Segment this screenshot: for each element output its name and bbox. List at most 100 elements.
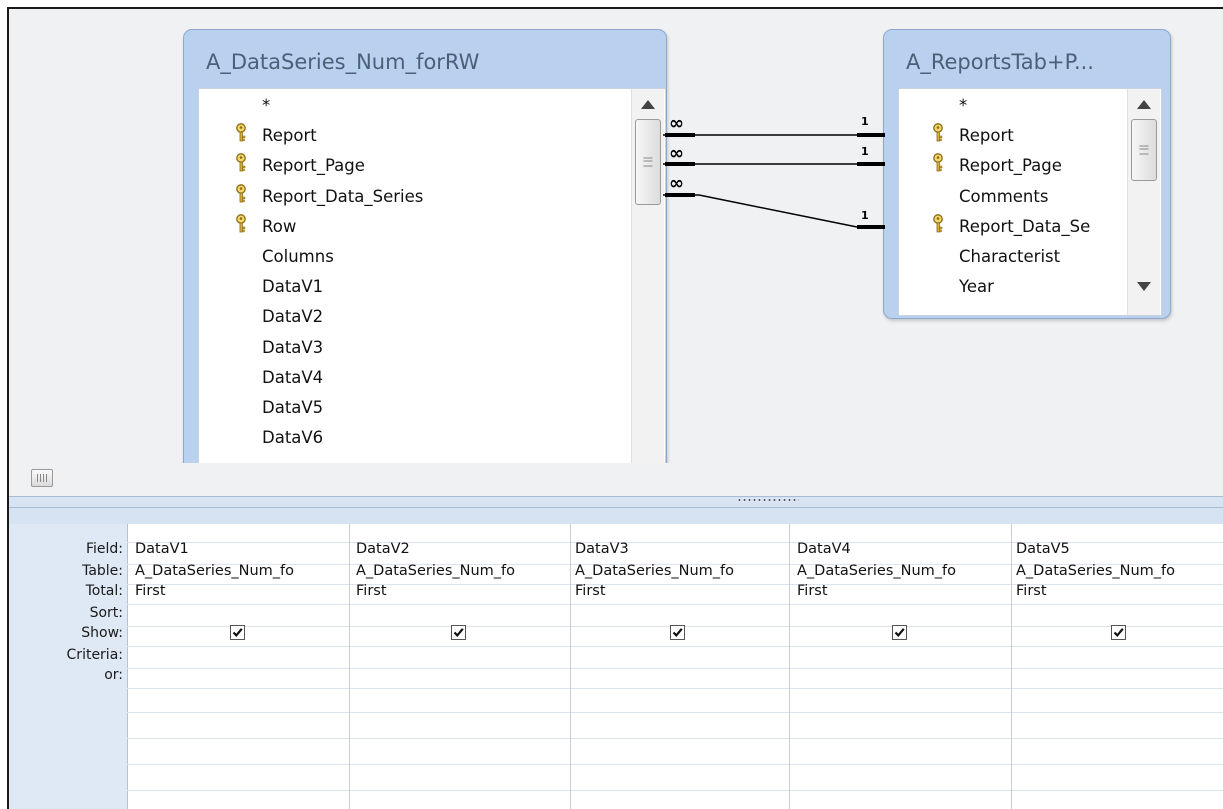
sort-cell[interactable]: [128, 604, 349, 623]
table-cell[interactable]: A_DataSeries_Num_fo: [128, 562, 349, 581]
checkmark-icon: [1113, 628, 1124, 638]
table-title[interactable]: A_DataSeries_Num_forRW: [184, 30, 666, 82]
field-item[interactable]: Comments: [959, 183, 1048, 211]
row-label: Field:: [85, 541, 123, 557]
field-item[interactable]: DataV5: [262, 394, 323, 422]
checkmark-icon: [894, 628, 905, 638]
table-cell[interactable]: A_DataSeries_Num_fo: [790, 562, 1011, 581]
key-icon: [931, 213, 951, 241]
table-cell[interactable]: A_DataSeries_Num_fo: [349, 562, 570, 581]
field-list[interactable]: * Report Report_Page Comments Report_Data_Se…: [898, 88, 1162, 316]
field-item[interactable]: DataV6: [262, 424, 323, 452]
horizontal-scrollbar[interactable]: [9, 463, 1223, 496]
grid-column[interactable]: DataV4 A_DataSeries_Num_fo First: [790, 524, 1012, 809]
sort-cell[interactable]: [1009, 604, 1223, 623]
checkmark-icon: [232, 628, 243, 638]
up-arrow-icon[interactable]: [1128, 93, 1160, 115]
field-cell[interactable]: DataV5: [1009, 540, 1223, 559]
row-label: Sort:: [89, 605, 123, 621]
field-item[interactable]: Report_Data_Series: [236, 183, 424, 211]
grid-column[interactable]: DataV2 A_DataSeries_Num_fo First: [349, 524, 571, 809]
show-checkbox[interactable]: [229, 625, 245, 640]
sort-cell[interactable]: [349, 604, 570, 623]
field-list-a-reportstab[interactable]: A_ReportsTab+P... * Report Report_Page Comm…: [883, 29, 1171, 319]
row-label: or:: [104, 667, 123, 683]
query-design-grid[interactable]: Field: Table: Total: Sort: Show: Criteria: or:…: [9, 508, 1223, 809]
many-symbol: ∞: [669, 113, 684, 134]
show-checkbox[interactable]: [669, 625, 685, 640]
relationship-lines: [663, 133, 885, 229]
show-checkbox[interactable]: [891, 625, 907, 640]
one-symbol: 1: [861, 145, 869, 158]
field-item[interactable]: DataV1: [262, 273, 323, 301]
field-item[interactable]: DataV4: [262, 364, 323, 392]
field-name: Comments: [959, 186, 1049, 206]
total-cell[interactable]: First: [568, 582, 789, 601]
sort-cell[interactable]: [790, 604, 1011, 623]
field-item[interactable]: Report: [933, 122, 1014, 150]
total-cell[interactable]: First: [349, 582, 570, 601]
grid-column[interactable]: DataV1 A_DataSeries_Num_fo First: [128, 524, 350, 809]
field-item[interactable]: *: [959, 92, 967, 120]
field-name: *: [262, 96, 271, 115]
sort-cell[interactable]: [568, 604, 789, 623]
one-symbol: 1: [861, 115, 869, 128]
field-list-a-dataseries[interactable]: A_DataSeries_Num_forRW * Report Report_Pag…: [183, 29, 667, 463]
field-name: DataV3: [262, 337, 324, 357]
key-icon: [931, 122, 951, 150]
total-cell[interactable]: First: [128, 582, 349, 601]
field-item[interactable]: Report: [236, 122, 317, 150]
column-selector-bar[interactable]: [9, 508, 1223, 524]
key-icon: [234, 183, 254, 211]
scroll-thumb[interactable]: [31, 469, 53, 487]
field-cell[interactable]: DataV3: [568, 540, 789, 559]
show-checkbox[interactable]: [1110, 625, 1126, 640]
field-item[interactable]: Report_Data_Se: [933, 213, 1090, 241]
field-cell[interactable]: DataV1: [128, 540, 349, 559]
field-name: Report_Data_Series: [262, 186, 424, 206]
field-item[interactable]: DataV2: [262, 303, 323, 331]
row-label: Show:: [81, 625, 123, 641]
down-arrow-icon[interactable]: [1128, 275, 1160, 297]
field-item[interactable]: Characterist: [959, 243, 1060, 271]
show-checkbox[interactable]: [450, 625, 466, 640]
field-name: *: [959, 96, 968, 115]
total-cell[interactable]: First: [790, 582, 1011, 601]
field-name: DataV5: [262, 398, 324, 417]
field-list[interactable]: * Report Report_Page Report_Data_Series Row C…: [198, 88, 666, 463]
field-name: Year: [959, 277, 994, 297]
checkmark-icon: [453, 628, 464, 638]
field-items: * Report Report_Page Report_Data_Series Row C…: [236, 89, 632, 463]
one-symbol: 1: [861, 209, 869, 222]
field-cell[interactable]: DataV4: [790, 540, 1011, 559]
total-cell[interactable]: First: [1009, 582, 1223, 601]
field-name: Columns: [262, 247, 334, 266]
field-name: Report: [262, 126, 317, 146]
grid-column[interactable]: DataV3 A_DataSeries_Num_fo First: [568, 524, 790, 809]
field-item[interactable]: DataV3: [262, 334, 323, 362]
scroll-thumb[interactable]: [635, 119, 661, 205]
field-item[interactable]: Year: [959, 273, 994, 301]
field-item[interactable]: *: [262, 92, 270, 120]
key-icon: [234, 122, 254, 150]
key-icon: [234, 152, 254, 180]
vertical-scrollbar[interactable]: [1127, 89, 1160, 315]
field-cell[interactable]: DataV2: [349, 540, 570, 559]
field-item[interactable]: Report_Page: [933, 152, 1062, 180]
splitter-grip[interactable]: [737, 498, 799, 502]
field-item[interactable]: Columns: [262, 243, 334, 271]
grid-column[interactable]: DataV5 A_DataSeries_Num_fo First: [1009, 524, 1223, 809]
row-labels: Field: Table: Total: Sort: Show: Criteria: or:: [9, 524, 128, 809]
query-design-window: A_DataSeries_Num_forRW * Report Report_Pag…: [7, 7, 1223, 809]
field-name: DataV4: [262, 367, 324, 387]
field-name: DataV2: [262, 307, 324, 327]
table-cell[interactable]: A_DataSeries_Num_fo: [568, 562, 789, 581]
field-item[interactable]: Report_Page: [236, 152, 365, 180]
field-item[interactable]: Row: [236, 213, 296, 241]
table-title[interactable]: A_ReportsTab+P...: [884, 30, 1170, 82]
table-cell[interactable]: A_DataSeries_Num_fo: [1009, 562, 1223, 581]
key-icon: [234, 213, 254, 241]
scroll-thumb[interactable]: [1131, 119, 1157, 181]
table-diagram-pane[interactable]: A_DataSeries_Num_forRW * Report Report_Pag…: [9, 9, 1223, 463]
pane-splitter[interactable]: [9, 496, 1223, 508]
